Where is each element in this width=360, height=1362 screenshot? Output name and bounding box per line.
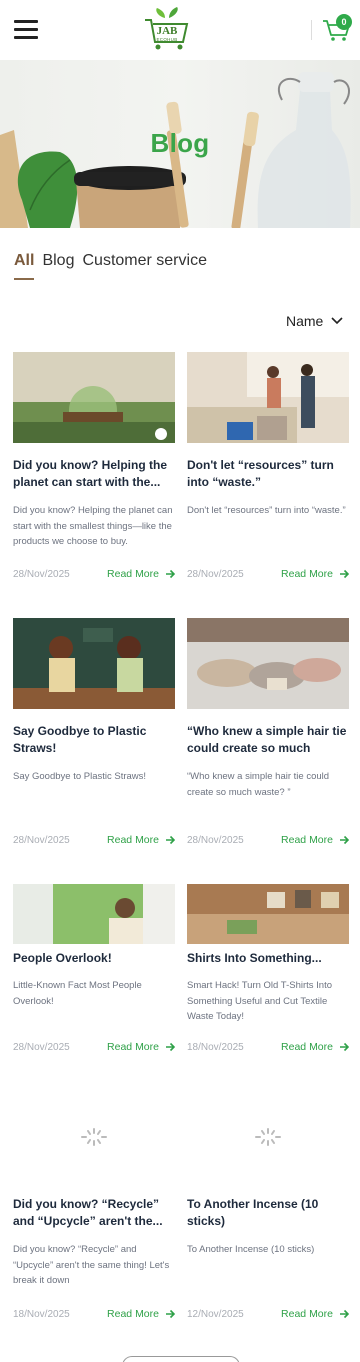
post-footer: 28/Nov/2025 Read More <box>13 1041 175 1053</box>
page-title: Blog <box>150 128 210 158</box>
post-card: Don't let “resources” turn into “waste.”… <box>187 352 349 580</box>
post-date: 12/Nov/2025 <box>187 1308 244 1320</box>
header-divider <box>311 20 312 40</box>
loading-spinner-icon <box>255 1128 281 1146</box>
post-excerpt: To Another Incense (10 sticks) <box>187 1244 315 1255</box>
arrow-right-icon <box>166 1309 175 1319</box>
post-excerpt: Did you know? “Recycle” and “Upcycle” ar… <box>13 1244 170 1286</box>
post-excerpt: Don't let “resources” turn into “waste.” <box>187 505 346 516</box>
read-more-link[interactable]: Read More <box>107 1308 175 1320</box>
post-title[interactable]: Did you know? “Recycle” and “Upcycle” ar… <box>13 1196 175 1230</box>
read-more-link[interactable]: Read More <box>281 834 349 846</box>
post-title[interactable]: Say Goodbye to Plastic Straws! <box>13 723 175 757</box>
post-thumbnail[interactable] <box>13 352 175 443</box>
load-more-button[interactable] <box>122 1356 240 1362</box>
read-more-link[interactable]: Read More <box>107 1041 175 1053</box>
post-title[interactable]: Did you know? Helping the planet can sta… <box>13 457 175 491</box>
post-date: 18/Nov/2025 <box>187 1041 244 1053</box>
post-excerpt: Say Goodbye to Plastic Straws! <box>13 771 147 782</box>
post-title[interactable]: Shirts Into Something... <box>187 950 349 967</box>
site-logo[interactable]: JAB ECOHUB <box>143 6 191 52</box>
post-thumbnail[interactable] <box>13 618 175 709</box>
site-header: JAB ECOHUB 0 <box>0 0 360 60</box>
post-footer: 28/Nov/2025 Read More <box>187 834 349 846</box>
logo-text: JAB <box>156 25 178 37</box>
post-date: 28/Nov/2025 <box>13 834 70 846</box>
arrow-right-icon <box>340 1309 349 1319</box>
post-thumbnail[interactable] <box>187 884 349 944</box>
post-title[interactable]: Don't let “resources” turn into “waste.” <box>187 457 349 491</box>
read-more-link[interactable]: Read More <box>281 1041 349 1053</box>
post-card: Say Goodbye to Plastic Straws! Say Goodb… <box>13 618 175 846</box>
tab-customer-service[interactable]: Customer service <box>82 252 206 270</box>
post-thumbnail[interactable] <box>187 618 349 709</box>
hero-banner: Blog <box>0 60 360 228</box>
post-title[interactable]: To Another Incense (10 sticks) <box>187 1196 349 1230</box>
post-footer: 12/Nov/2025 Read More <box>187 1308 349 1320</box>
post-thumbnail[interactable] <box>187 352 349 443</box>
post-title[interactable]: “Who knew a simple hair tie could create… <box>187 723 349 757</box>
arrow-right-icon <box>166 569 175 579</box>
post-footer: 18/Nov/2025 Read More <box>187 1041 349 1053</box>
read-more-link[interactable]: Read More <box>107 568 175 580</box>
post-card: “Who knew a simple hair tie could create… <box>187 618 349 846</box>
post-footer: 28/Nov/2025 Read More <box>13 568 175 580</box>
post-card: People Overlook! Little-Known Fact Most … <box>13 884 175 1053</box>
category-tabs: All Blog Customer service <box>14 250 215 272</box>
post-footer: 18/Nov/2025 Read More <box>13 1308 175 1320</box>
arrow-right-icon <box>340 1042 349 1052</box>
post-excerpt: “Who knew a simple hair tie could create… <box>187 771 330 798</box>
sort-label: Name <box>286 313 324 329</box>
post-card: Did you know? “Recycle” and “Upcycle” ar… <box>13 1196 175 1320</box>
post-date: 18/Nov/2025 <box>13 1308 70 1320</box>
post-excerpt: Little-Known Fact Most People Overlook! <box>13 980 142 1007</box>
post-excerpt: Did you know? Helping the planet can sta… <box>13 505 173 547</box>
read-more-link[interactable]: Read More <box>281 568 349 580</box>
post-footer: 28/Nov/2025 Read More <box>13 834 175 846</box>
post-card: Did you know? Helping the planet can sta… <box>13 352 175 580</box>
active-tab-indicator <box>14 278 34 280</box>
post-card: To Another Incense (10 sticks) To Anothe… <box>187 1196 349 1320</box>
post-title[interactable]: People Overlook! <box>13 950 175 967</box>
read-more-link[interactable]: Read More <box>281 1308 349 1320</box>
chevron-down-icon <box>331 317 343 325</box>
post-card: Shirts Into Something... Smart Hack! Tur… <box>187 884 349 1053</box>
loading-spinner-icon <box>81 1128 107 1146</box>
sort-dropdown[interactable]: Name <box>286 313 343 329</box>
post-date: 28/Nov/2025 <box>13 568 70 580</box>
post-footer: 28/Nov/2025 Read More <box>187 568 349 580</box>
arrow-right-icon <box>340 569 349 579</box>
arrow-right-icon <box>340 835 349 845</box>
tab-all[interactable]: All <box>14 252 34 270</box>
post-date: 28/Nov/2025 <box>187 834 244 846</box>
cart-count-badge: 0 <box>336 14 352 30</box>
arrow-right-icon <box>166 1042 175 1052</box>
read-more-link[interactable]: Read More <box>107 834 175 846</box>
post-excerpt: Smart Hack! Turn Old T-Shirts Into Somet… <box>187 980 333 1022</box>
post-date: 28/Nov/2025 <box>187 568 244 580</box>
post-date: 28/Nov/2025 <box>13 1041 70 1053</box>
arrow-right-icon <box>166 835 175 845</box>
tab-blog[interactable]: Blog <box>42 252 74 270</box>
logo-subtext: ECOHUB <box>156 37 178 42</box>
post-thumbnail[interactable] <box>13 884 175 944</box>
menu-icon[interactable] <box>14 20 38 39</box>
